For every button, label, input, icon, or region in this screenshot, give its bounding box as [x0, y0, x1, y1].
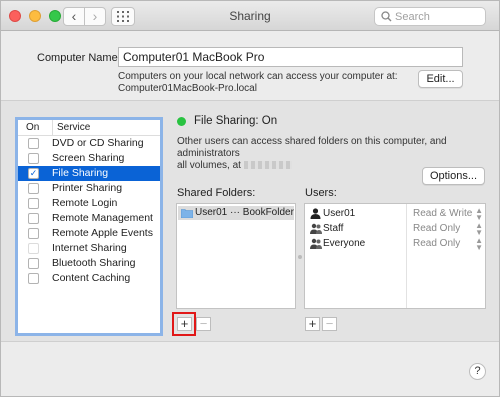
search-input[interactable] — [395, 10, 481, 24]
computer-name-label: Computer Name: — [37, 52, 121, 64]
service-row[interactable]: Printer Sharing — [18, 181, 160, 196]
service-row[interactable]: ✓ File Sharing — [18, 166, 160, 181]
computer-name-field[interactable]: Computer01 MacBook Pro — [118, 47, 463, 67]
service-row[interactable]: Remote Management — [18, 211, 160, 226]
folder-icon — [181, 209, 193, 218]
address-note-line: Computers on your local network can acce… — [118, 71, 398, 82]
status-description-line: Other users can access shared folders on… — [177, 136, 447, 159]
service-checkbox[interactable] — [28, 138, 39, 149]
permission-value: Read & Write — [413, 208, 473, 219]
service-row[interactable]: Bluetooth Sharing — [18, 256, 160, 271]
highlight-box — [172, 312, 196, 336]
remove-user-button[interactable]: − — [322, 317, 337, 331]
column-header-service[interactable]: Service — [52, 120, 90, 135]
user-name: Everyone — [323, 238, 366, 249]
service-label: Bluetooth Sharing — [52, 257, 136, 269]
title-bar: ‹ › Sharing — [1, 1, 499, 31]
updown-chevron-icon: ▲ ▼ — [475, 221, 483, 237]
service-label: Remote Apple Events — [52, 227, 153, 239]
users-label: Users: — [305, 187, 337, 199]
user-name: Staff — [323, 223, 344, 234]
service-checkbox[interactable] — [28, 153, 39, 164]
permissions-column: Read & Write ▲ ▼ Read Only ▲ ▼ Read Only ▲ ▼ — [406, 204, 486, 308]
service-label: Internet Sharing — [52, 242, 127, 254]
permission-value: Read Only — [413, 223, 461, 234]
redacted-address — [243, 161, 292, 170]
service-checkbox[interactable] — [28, 258, 39, 269]
search-field[interactable] — [374, 7, 486, 26]
permission-popup[interactable]: Read Only ▲ ▼ — [413, 221, 483, 237]
service-checkbox[interactable] — [28, 213, 39, 224]
service-row[interactable]: Remote Login — [18, 196, 160, 211]
shared-folder-row[interactable]: User01 ··· BookFolder — [178, 206, 294, 220]
status-description-text: all volumes, at — [177, 160, 241, 171]
service-checkbox[interactable]: ✓ — [28, 168, 39, 179]
group-icon — [310, 238, 322, 249]
group-icon — [310, 223, 322, 234]
service-row[interactable]: Remote Apple Events — [18, 226, 160, 241]
service-list: On Service DVD or CD Sharing Screen Shari… — [15, 117, 163, 336]
service-row[interactable]: Screen Sharing — [18, 151, 160, 166]
permission-value: Read Only — [413, 238, 461, 249]
remove-folder-button[interactable]: − — [196, 317, 211, 331]
service-row[interactable]: Internet Sharing — [18, 241, 160, 256]
service-label: Content Caching — [52, 272, 131, 284]
permission-popup[interactable]: Read & Write ▲ ▼ — [413, 206, 483, 222]
add-user-button[interactable]: + — [305, 317, 320, 331]
status-text: File Sharing: On — [194, 115, 278, 127]
service-label: Printer Sharing — [52, 182, 123, 194]
computer-address-note: Computers on your local network can acce… — [118, 71, 408, 95]
user-name: User01 — [323, 208, 356, 219]
service-label: File Sharing — [52, 167, 109, 179]
service-checkbox[interactable] — [28, 183, 39, 194]
split-handle[interactable] — [298, 255, 302, 259]
users-list: User01 Staff Everyone Read & Write ▲ ▼ Read O… — [304, 203, 486, 309]
service-checkbox[interactable] — [28, 228, 39, 239]
edit-button[interactable]: Edit... — [418, 70, 463, 88]
service-checkbox[interactable] — [28, 198, 39, 209]
updown-chevron-icon: ▲ ▼ — [475, 236, 483, 252]
service-checkbox[interactable] — [28, 273, 39, 284]
column-header-on[interactable]: On — [26, 120, 39, 135]
service-label: Remote Management — [52, 212, 153, 224]
search-icon — [381, 11, 392, 22]
help-button[interactable]: ? — [469, 363, 486, 380]
service-label: Remote Login — [52, 197, 118, 209]
shared-folders-label: Shared Folders: — [177, 187, 256, 199]
options-button[interactable]: Options... — [422, 167, 485, 185]
service-row[interactable]: Content Caching — [18, 271, 160, 286]
service-list-header: On Service — [18, 120, 160, 136]
service-row[interactable]: DVD or CD Sharing — [18, 136, 160, 151]
updown-chevron-icon: ▲ ▼ — [475, 206, 483, 222]
shared-folders-list: User01 ··· BookFolder — [176, 203, 296, 309]
sharing-window: ‹ › Sharing Computer Name: Computer01 Ma… — [0, 0, 500, 397]
status-indicator — [177, 117, 186, 126]
service-checkbox — [28, 243, 39, 254]
shared-folder-name: User01 ··· BookFolder — [195, 207, 294, 218]
local-address: Computer01MacBook-Pro.local — [118, 83, 257, 94]
service-label: DVD or CD Sharing — [52, 137, 144, 149]
service-label: Screen Sharing — [52, 152, 125, 164]
permission-popup[interactable]: Read Only ▲ ▼ — [413, 236, 483, 252]
user-icon — [310, 208, 321, 219]
